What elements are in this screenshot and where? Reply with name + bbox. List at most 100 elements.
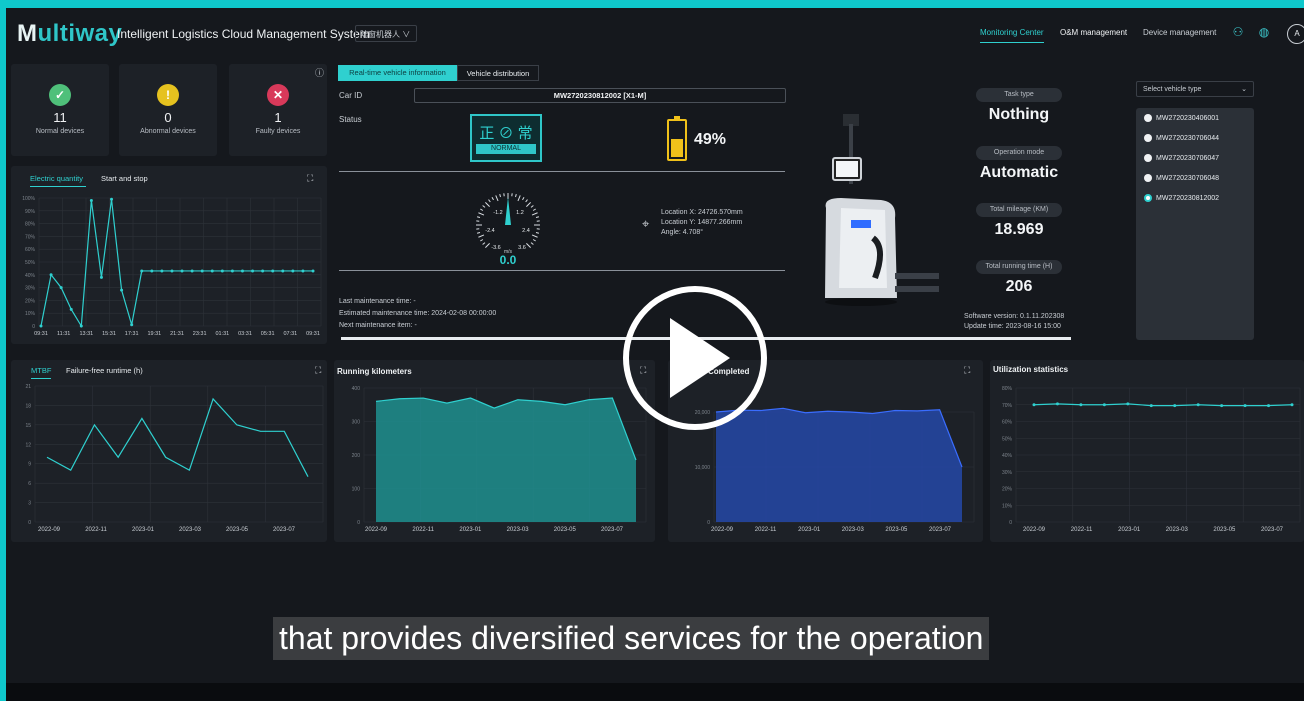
x-tick-label: 03:31 [238, 331, 252, 337]
nav-om-management[interactable]: O&M management [1060, 28, 1127, 37]
data-point [1290, 403, 1294, 407]
x-tick-label: 09:31 [306, 331, 320, 337]
y-tick-label: 40% [1002, 453, 1013, 459]
mtbf-chart: 21 18 15 12 9 6 3 0 2022-09 2022-11 2023-01 2023-03… [25, 384, 324, 533]
data-point [1126, 402, 1130, 406]
x-tick-label: 11:31 [57, 331, 70, 337]
location-x: Location X: 24726.570mm [661, 209, 743, 216]
abnormal-devices-card[interactable]: ! 0 Abnormal devices [119, 64, 217, 156]
y-tick-label: 40% [25, 273, 36, 279]
avatar[interactable]: A [1287, 24, 1304, 44]
last-maintenance: Last maintenance time: - [339, 298, 416, 305]
multiway-logo[interactable]: Multiway [17, 20, 122, 48]
car-id-field[interactable]: MW2720230812002 [X1-M] [414, 88, 786, 103]
globe-icon[interactable]: ◍ [1256, 24, 1272, 40]
vehicle-item[interactable]: MW2720230706048 [1144, 174, 1219, 182]
vehicle-type-select[interactable]: Select vehicle type ⌄ [1136, 81, 1254, 97]
y-tick-label: 20% [1002, 487, 1013, 493]
normal-devices-card[interactable]: ✓ 11 Normal devices [11, 64, 109, 156]
gauge-tick [515, 193, 517, 198]
data-point [1102, 403, 1106, 407]
data-point [59, 286, 63, 290]
status-en-text: NORMAL [476, 144, 536, 154]
y-tick-label: 100% [22, 196, 35, 202]
tab-real-time-vehicle-info[interactable]: Real-time vehicle information [338, 65, 457, 81]
total-mileage-label: Total mileage (KM) [976, 203, 1062, 217]
nav-device-management[interactable]: Device management [1143, 28, 1216, 37]
x-tick-label: 2022-11 [755, 527, 777, 533]
electric-quantity-card: Electric quantity Start and stop ⛶ 100% 9… [11, 166, 327, 344]
nav-active-underline [980, 42, 1044, 43]
gauge-tick [478, 234, 485, 238]
radio-button-selected[interactable] [1144, 194, 1152, 202]
gauge-value: 0.0 [500, 253, 517, 265]
data-point [301, 269, 305, 273]
software-version: Software version: 0.1.11.202308 [964, 313, 1065, 320]
x-tick-label: 2023-05 [226, 527, 249, 533]
task-type-value: Nothing [988, 106, 1050, 123]
x-tick-label: 2022-09 [1023, 527, 1046, 533]
vehicle-item[interactable]: MW2720230706044 [1144, 134, 1219, 142]
gauge-tick [517, 195, 521, 202]
data-point [311, 269, 315, 273]
y-tick-label: 30% [25, 286, 36, 292]
car-id-label: Car ID [339, 91, 363, 100]
data-point [291, 269, 295, 273]
radio-button[interactable] [1144, 154, 1152, 162]
gauge-tick [535, 232, 540, 234]
x-tick-label: 2023-07 [273, 527, 296, 533]
data-point [180, 269, 184, 273]
radio-button[interactable] [1144, 134, 1152, 142]
vehicle-item-selected[interactable]: MW2720230812002 [1144, 194, 1219, 202]
electric-quantity-chart: 100%90%80%70%60%50%40%30%20%10%009:31 11:… [22, 196, 322, 337]
nav-monitoring-center[interactable]: Monitoring Center [980, 28, 1044, 37]
gauge-label: 1.2 [516, 210, 524, 216]
gauge-tick [485, 202, 490, 207]
tab-vehicle-distribution[interactable]: Vehicle distribution [457, 65, 539, 81]
data-point [130, 323, 134, 327]
x-tick-label: 19:31 [147, 331, 161, 337]
total-mileage-value: 18.969 [994, 221, 1044, 238]
x-tick-label: 2022-09 [38, 527, 61, 533]
data-point [210, 269, 214, 273]
gauge-tick [535, 216, 540, 218]
gauge-tick [476, 232, 481, 234]
x-tick-label: 2023-05 [554, 527, 577, 533]
y-tick-label: 90% [25, 209, 36, 215]
y-tick-label: 6 [28, 481, 31, 487]
gauge-tick [522, 197, 525, 201]
data-point [1032, 403, 1036, 407]
gauge-tick [478, 212, 485, 216]
y-tick-label: 0 [357, 520, 360, 526]
vehicle-list: MW2720230406001 MW2720230706044 MW272023… [1136, 108, 1254, 340]
y-tick-label: 21 [25, 384, 31, 390]
y-tick-label: 10% [1002, 503, 1013, 509]
gauge-tick [476, 216, 481, 218]
gauge-tick [480, 239, 484, 242]
y-tick-label: 100 [352, 487, 361, 493]
gauge-label: -1.2 [493, 210, 502, 216]
y-tick-label: 400 [352, 386, 361, 392]
radio-button[interactable] [1144, 174, 1152, 182]
robot-type-select[interactable]: 陆窗机器人 ∨ [355, 25, 417, 42]
play-icon[interactable] [670, 318, 730, 398]
gauge-label: -3.6 [491, 245, 500, 251]
data-point [99, 275, 103, 279]
divider [339, 270, 785, 271]
vehicle-item[interactable]: MW2720230406001 [1144, 114, 1219, 122]
total-running-time-value: 206 [1005, 278, 1033, 295]
gauge-label: -2.4 [485, 228, 494, 234]
x-tick-label: 2023-03 [507, 527, 530, 533]
info-icon[interactable]: ⓘ [315, 66, 324, 79]
battery-fill [671, 139, 683, 157]
x-tick-label: 2023-03 [842, 527, 865, 533]
user-switch-icon[interactable]: ⚇ [1230, 24, 1246, 40]
radio-button[interactable] [1144, 114, 1152, 122]
vehicle-item[interactable]: MW2720230706047 [1144, 154, 1219, 162]
location-pin-icon: ⌖ [642, 216, 650, 231]
normal-devices-label: Normal devices [35, 128, 85, 135]
data-point [240, 269, 244, 273]
faulty-devices-card[interactable]: ✕ 1 Faulty devices [229, 64, 327, 156]
x-tick-label: 17:31 [125, 331, 139, 337]
angle: Angle: 4.708° [661, 229, 704, 236]
